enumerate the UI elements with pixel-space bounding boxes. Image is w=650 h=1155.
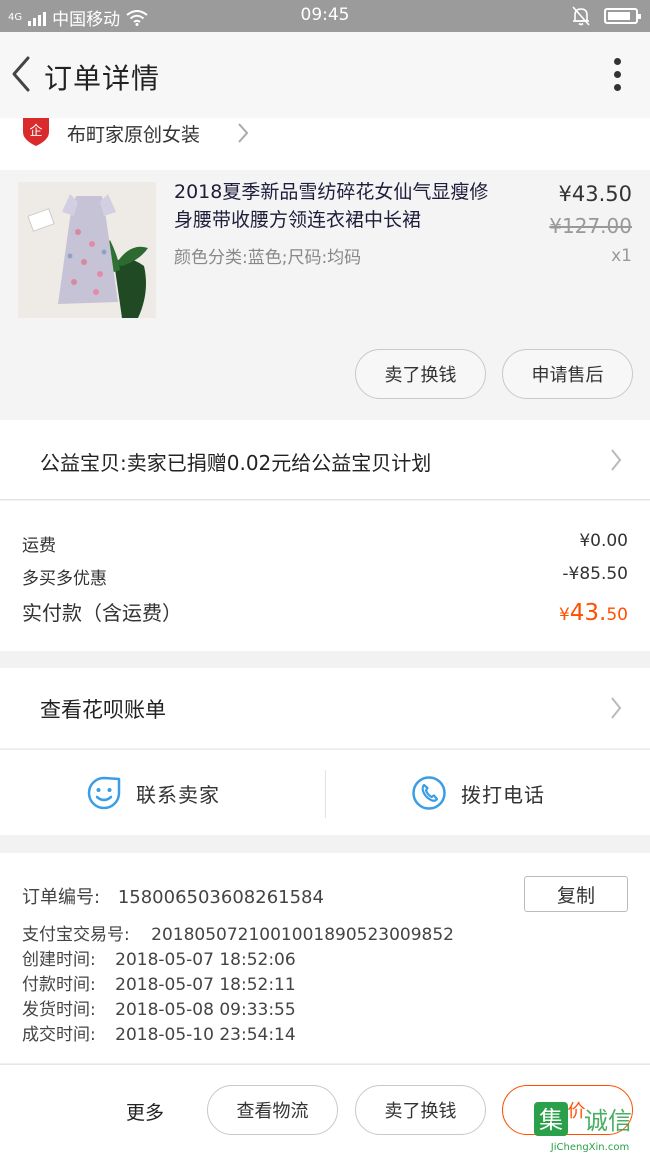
page-title: 订单详情 [44, 62, 161, 95]
status-right [572, 6, 641, 26]
order-number-label: 订单编号: [22, 887, 101, 908]
paid-amount-decimal: 50 [606, 605, 628, 625]
product-title[interactable]: 2018夏季新品雪纺碎花女仙气显瘦修 身腰带收腰方领连衣裙中长裙 [174, 178, 526, 234]
created-time-row: 创建时间: 2018-05-07 18:52:06 [22, 945, 296, 970]
shipping-row: 运费 ¥0.00 [22, 531, 628, 556]
bottom-action-bar: 更多 查看物流 卖了换钱 评价 [0, 1064, 650, 1155]
product-image[interactable] [18, 182, 156, 318]
more-button[interactable]: 更多 [126, 1098, 164, 1125]
alipay-trade-label: 支付宝交易号: [22, 925, 130, 945]
enterprise-badge-text: 企 [29, 123, 42, 139]
shipped-time-label: 发货时间: [22, 1000, 96, 1020]
chevron-right-icon [611, 697, 622, 719]
product-title-line1: 2018夏季新品雪纺碎花女仙气显瘦修 [174, 181, 489, 203]
status-time: 09:45 [300, 5, 350, 25]
discount-label: 多买多优惠 [22, 569, 107, 589]
paid-label: 实付款（含运费） [22, 601, 182, 625]
call-phone-button[interactable]: 拨打电话 [411, 750, 545, 836]
back-arrow-icon[interactable] [8, 54, 34, 94]
shop-name: 布町家原创女装 [67, 124, 201, 146]
huabei-bill-text: 查看花呗账单 [40, 698, 166, 722]
order-number-value: 158006503608261584 [117, 887, 324, 908]
shipped-time-row: 发货时间: 2018-05-08 09:33:55 [22, 995, 296, 1020]
battery-icon [604, 8, 641, 24]
charity-row[interactable]: 公益宝贝:卖家已捐赠0.02元给公益宝贝计划 [0, 420, 650, 500]
product-quantity: x1 [611, 246, 632, 266]
product-price: ¥43.50 [558, 182, 632, 206]
shipping-value: ¥0.00 [579, 531, 628, 551]
view-logistics-button[interactable]: 查看物流 [207, 1085, 338, 1135]
fee-summary: 运费 ¥0.00 多买多优惠 -¥85.50 实付款（含运费） ¥43.50 [0, 501, 650, 651]
completed-time-value: 2018-05-10 23:54:14 [115, 1025, 296, 1045]
completed-time-label: 成交时间: [22, 1025, 96, 1045]
contact-seller-button[interactable]: 联系卖家 [86, 750, 220, 836]
charity-text: 公益宝贝:卖家已捐赠0.02元给公益宝贝计划 [40, 451, 432, 475]
chevron-right-icon [611, 449, 622, 471]
completed-time-row: 成交时间: 2018-05-10 23:54:14 [22, 1020, 296, 1045]
product-title-line2: 身腰带收腰方领连衣裙中长裙 [174, 209, 422, 231]
product-spec: 颜色分类:蓝色;尺码:均码 [174, 248, 362, 268]
alipay-trade-value: 2018050721001001890523009852 [151, 925, 454, 945]
paid-currency: ¥ [558, 605, 570, 625]
view-huabei-bill-row[interactable]: 查看花呗账单 [0, 668, 650, 748]
copy-button[interactable]: 复制 [524, 876, 628, 912]
paid-amount-integer: 43. [569, 600, 607, 626]
paid-time-label: 付款时间: [22, 975, 96, 995]
order-number-row: 订单编号: 158006503608261584 [22, 883, 324, 909]
shop-row[interactable]: 企 布町家原创女装 [0, 118, 650, 170]
contact-bar: 联系卖家 拨打电话 [0, 749, 650, 835]
after-sales-button[interactable]: 申请售后 [502, 349, 633, 399]
alipay-trade-row: 支付宝交易号: 2018050721001001890523009852 [22, 920, 454, 945]
enterprise-badge-icon: 企 [23, 118, 49, 146]
call-phone-label: 拨打电话 [461, 782, 545, 807]
paid-time-value: 2018-05-07 18:52:11 [115, 975, 296, 995]
order-info: 订单编号: 158006503608261584 复制 支付宝交易号: 2018… [0, 853, 650, 1063]
review-button[interactable]: 评价 [502, 1085, 633, 1135]
paid-time-row: 付款时间: 2018-05-07 18:52:11 [22, 970, 296, 995]
contact-seller-label: 联系卖家 [136, 782, 220, 807]
created-time-label: 创建时间: [22, 950, 96, 970]
shipped-time-value: 2018-05-08 09:33:55 [115, 1000, 296, 1020]
battery-fill [608, 12, 631, 20]
chevron-right-icon [238, 123, 249, 143]
bell-muted-icon [572, 6, 590, 26]
sell-for-cash-button[interactable]: 卖了换钱 [355, 1085, 486, 1135]
status-bar: 4G 中国移动 09:45 [0, 0, 650, 32]
discount-row: 多买多优惠 -¥85.50 [22, 564, 628, 589]
discount-value: -¥85.50 [562, 564, 628, 584]
product-card[interactable]: 2018夏季新品雪纺碎花女仙气显瘦修 身腰带收腰方领连衣裙中长裙 颜色分类:蓝色… [0, 170, 650, 420]
chat-face-icon [87, 776, 121, 810]
more-menu-icon[interactable] [612, 58, 622, 96]
paid-row: 实付款（含运费） ¥43.50 [22, 597, 628, 626]
contact-divider [325, 770, 326, 818]
shipping-label: 运费 [22, 536, 56, 556]
phone-icon [412, 776, 446, 810]
created-time-value: 2018-05-07 18:52:06 [115, 950, 296, 970]
sell-for-cash-button[interactable]: 卖了换钱 [355, 349, 486, 399]
nav-bar: 订单详情 [0, 32, 650, 118]
product-original-price: ¥127.00 [549, 214, 632, 238]
paid-amount: ¥43.50 [559, 600, 628, 626]
